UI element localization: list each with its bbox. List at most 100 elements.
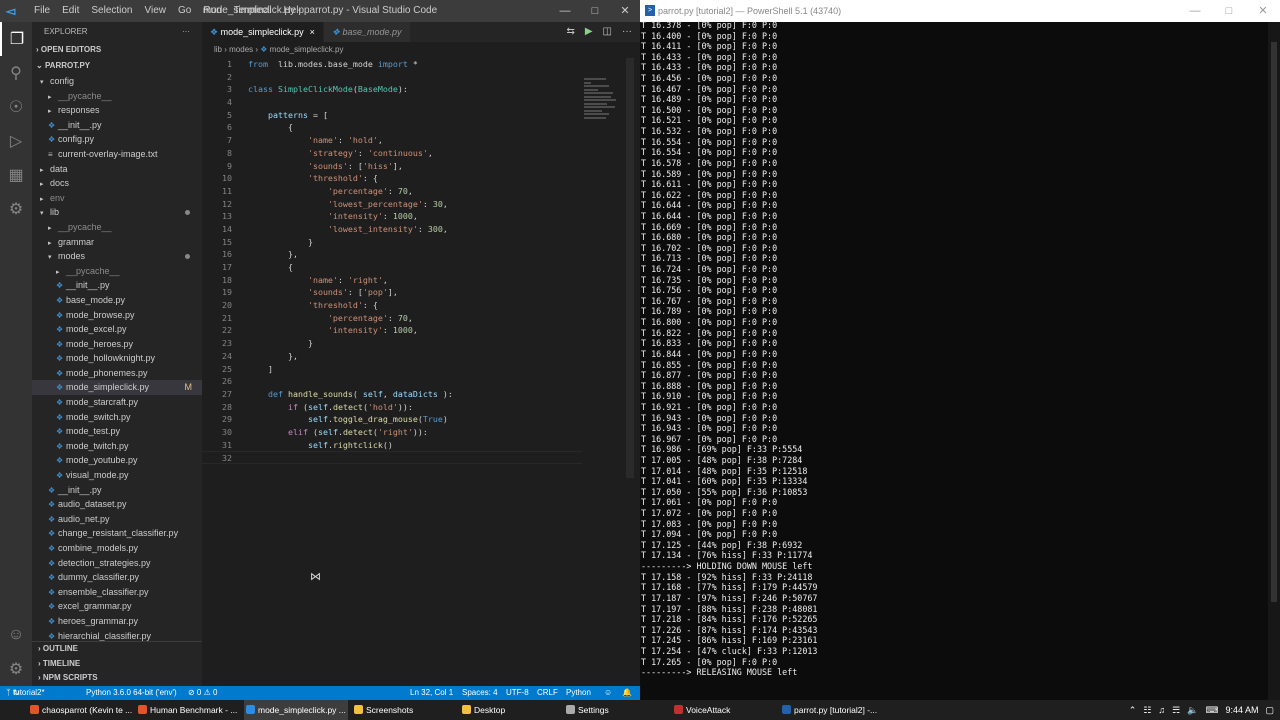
tree-folder[interactable]: ▸ docs <box>32 176 202 191</box>
cursor-position[interactable]: Ln 32, Col 1 <box>410 686 453 700</box>
terminal-minimize-icon[interactable]: — <box>1178 0 1212 22</box>
tree-file[interactable]: ❖ mode_heroes.py <box>32 337 202 352</box>
tree-file[interactable]: ❖ __init__.py <box>32 118 202 133</box>
tree-file[interactable]: ❖ mode_test.py <box>32 424 202 439</box>
tree-file[interactable]: ❖ mode_youtube.py <box>32 453 202 468</box>
tree-file[interactable]: ❖ visual_mode.py <box>32 468 202 483</box>
tree-file[interactable]: ❖ mode_phonemes.py <box>32 366 202 381</box>
compare-icon[interactable]: ⇆ <box>566 22 574 42</box>
menu-item-terminal[interactable]: Terminal <box>228 0 278 22</box>
tree-folder[interactable]: ▸ grammar <box>32 235 202 250</box>
close-icon[interactable]: ✕ <box>610 0 640 22</box>
line-endings[interactable]: CRLF <box>537 686 558 700</box>
notification-center-icon[interactable]: ▢ <box>1265 700 1274 720</box>
tree-file[interactable]: ❖ __init__.py <box>32 278 202 293</box>
terminal-close-icon[interactable]: ✕ <box>1246 0 1280 22</box>
section-outline[interactable]: › OUTLINE <box>32 642 202 657</box>
taskbar-item[interactable]: mode_simpleclick.py ... <box>244 700 348 720</box>
tree-file[interactable]: ❖ heroes_grammar.py <box>32 614 202 629</box>
menu-item-edit[interactable]: Edit <box>56 0 85 22</box>
language-mode[interactable]: Python <box>566 686 591 700</box>
maximize-icon[interactable]: □ <box>580 0 610 22</box>
taskbar-item[interactable]: chaosparrot (Kevin te ... <box>28 700 134 720</box>
music-icon[interactable]: ♫ <box>1158 700 1165 720</box>
tree-file[interactable]: ❖ combine_models.py <box>32 541 202 556</box>
encoding[interactable]: UTF-8 <box>506 686 529 700</box>
tree-file[interactable]: ❖ dummy_classifier.py <box>32 570 202 585</box>
tree-file[interactable]: ❖ ensemble_classifier.py <box>32 585 202 600</box>
tree-folder[interactable]: ▸ __pycache__ <box>32 220 202 235</box>
split-editor-icon[interactable]: ◫ <box>603 22 612 42</box>
tree-file[interactable]: ❖ audio_net.py <box>32 512 202 527</box>
clock[interactable]: 9:44 AM <box>1225 700 1258 720</box>
taskbar-item[interactable]: VoiceAttack <box>672 700 776 720</box>
indentation[interactable]: Spaces: 4 <box>462 686 498 700</box>
menu-item-selection[interactable]: Selection <box>85 0 138 22</box>
code-editor[interactable]: 1 from lib.modes.base_mode import * 2 3 clas… <box>202 58 582 498</box>
breadcrumb-file[interactable]: mode_simpleclick.py <box>270 45 344 54</box>
account-icon[interactable]: ☺ <box>0 618 32 652</box>
tree-folder[interactable]: ▸ __pycache__ <box>32 89 202 104</box>
source-control-icon[interactable]: ☉ <box>0 90 32 124</box>
taskbar-item[interactable]: Settings <box>564 700 668 720</box>
editor-more-icon[interactable]: ··· <box>622 22 632 42</box>
tree-folder[interactable]: ▾ config <box>32 74 202 89</box>
tab-close-icon[interactable]: × <box>310 27 315 37</box>
remote-icon[interactable]: ⚙ <box>0 192 32 226</box>
tree-file[interactable]: ❖ __init__.py <box>32 483 202 498</box>
tree-file[interactable]: ❖ mode_browse.py <box>32 308 202 323</box>
tree-file[interactable]: ❖ mode_excel.py <box>32 322 202 337</box>
tree-folder[interactable]: ▸ env <box>32 191 202 206</box>
menu-item-view[interactable]: View <box>139 0 173 22</box>
branch-status[interactable]: ᛉ tutorial2* ↻ <box>6 686 45 700</box>
tree-file[interactable]: ❖ audio_dataset.py <box>32 497 202 512</box>
tree-file[interactable]: ❖ mode_simpleclick.py M <box>32 380 202 396</box>
extensions-icon[interactable]: ▦ <box>0 158 32 192</box>
volume-icon[interactable]: 🔈 <box>1187 700 1198 720</box>
menu-item-file[interactable]: File <box>28 0 56 22</box>
editor-tab[interactable]: ❖ mode_simpleclick.py × <box>202 22 324 42</box>
feedback-icon[interactable]: ☺ <box>604 686 612 700</box>
tray-chevron-icon[interactable]: ⌃ <box>1129 700 1137 720</box>
taskbar-item[interactable]: Screenshots <box>352 700 456 720</box>
terminal-maximize-icon[interactable]: □ <box>1212 0 1246 22</box>
breadcrumb-lib[interactable]: lib <box>214 45 222 54</box>
settings-gear-icon[interactable]: ⚙ <box>0 652 32 686</box>
tree-file[interactable]: ❖ mode_hollowknight.py <box>32 351 202 366</box>
editor-tab[interactable]: ❖ base_mode.py <box>323 22 411 42</box>
taskbar-item[interactable]: Human Benchmark - ... <box>136 700 242 720</box>
explorer-icon[interactable]: ❐ <box>0 22 32 56</box>
taskbar-item[interactable]: Desktop <box>460 700 560 720</box>
section-timeline[interactable]: › TIMELINE <box>32 657 202 672</box>
minimize-icon[interactable]: — <box>550 0 580 22</box>
tree-folder[interactable]: ▸ __pycache__ <box>32 264 202 279</box>
terminal-output[interactable]: T 16.378 - [0% pop] F:0 P:0 T 16.400 - [0… <box>641 20 1266 685</box>
tree-file[interactable]: ❖ mode_switch.py <box>32 410 202 425</box>
tree-file[interactable]: ❖ change_resistant_classifier.py <box>32 526 202 541</box>
menu-item-go[interactable]: Go <box>172 0 197 22</box>
tree-folder[interactable]: ▾ lib <box>32 205 202 220</box>
project-section[interactable]: ⌄ PARROT.PY <box>32 58 202 74</box>
tree-file[interactable]: ❖ config.py <box>32 132 202 147</box>
tree-file[interactable]: ❖ base_mode.py <box>32 293 202 308</box>
search-icon[interactable]: ⚲ <box>0 56 32 90</box>
tree-file[interactable]: ❖ mode_twitch.py <box>32 439 202 454</box>
python-interpreter[interactable]: Python 3.6.0 64-bit ('env') <box>86 686 177 700</box>
network-icon[interactable]: ☷ <box>1143 700 1151 720</box>
keyboard-icon[interactable]: ⌨ <box>1205 700 1218 720</box>
run-debug-icon[interactable]: ▷ <box>0 124 32 158</box>
minimap[interactable] <box>584 78 620 128</box>
tree-folder[interactable]: ▸ responses <box>32 103 202 118</box>
wifi-icon[interactable]: ☴ <box>1172 700 1180 720</box>
more-actions-icon[interactable]: ··· <box>182 22 190 42</box>
menu-item-run[interactable]: Run <box>197 0 227 22</box>
tree-file[interactable]: ❖ detection_strategies.py <box>32 556 202 571</box>
tree-file[interactable]: ≡ current-overlay-image.txt <box>32 147 202 162</box>
tree-folder[interactable]: ▾ modes <box>32 249 202 264</box>
editor-scrollbar[interactable] <box>626 58 634 478</box>
problems-status[interactable]: ⊘ 0 ⚠ 0 <box>188 686 217 700</box>
menu-item-help[interactable]: Help <box>278 0 311 22</box>
tree-folder[interactable]: ▸ data <box>32 162 202 177</box>
tree-file[interactable]: ❖ mode_starcraft.py <box>32 395 202 410</box>
taskbar-item[interactable]: parrot.py [tutorial2] -... <box>780 700 884 720</box>
